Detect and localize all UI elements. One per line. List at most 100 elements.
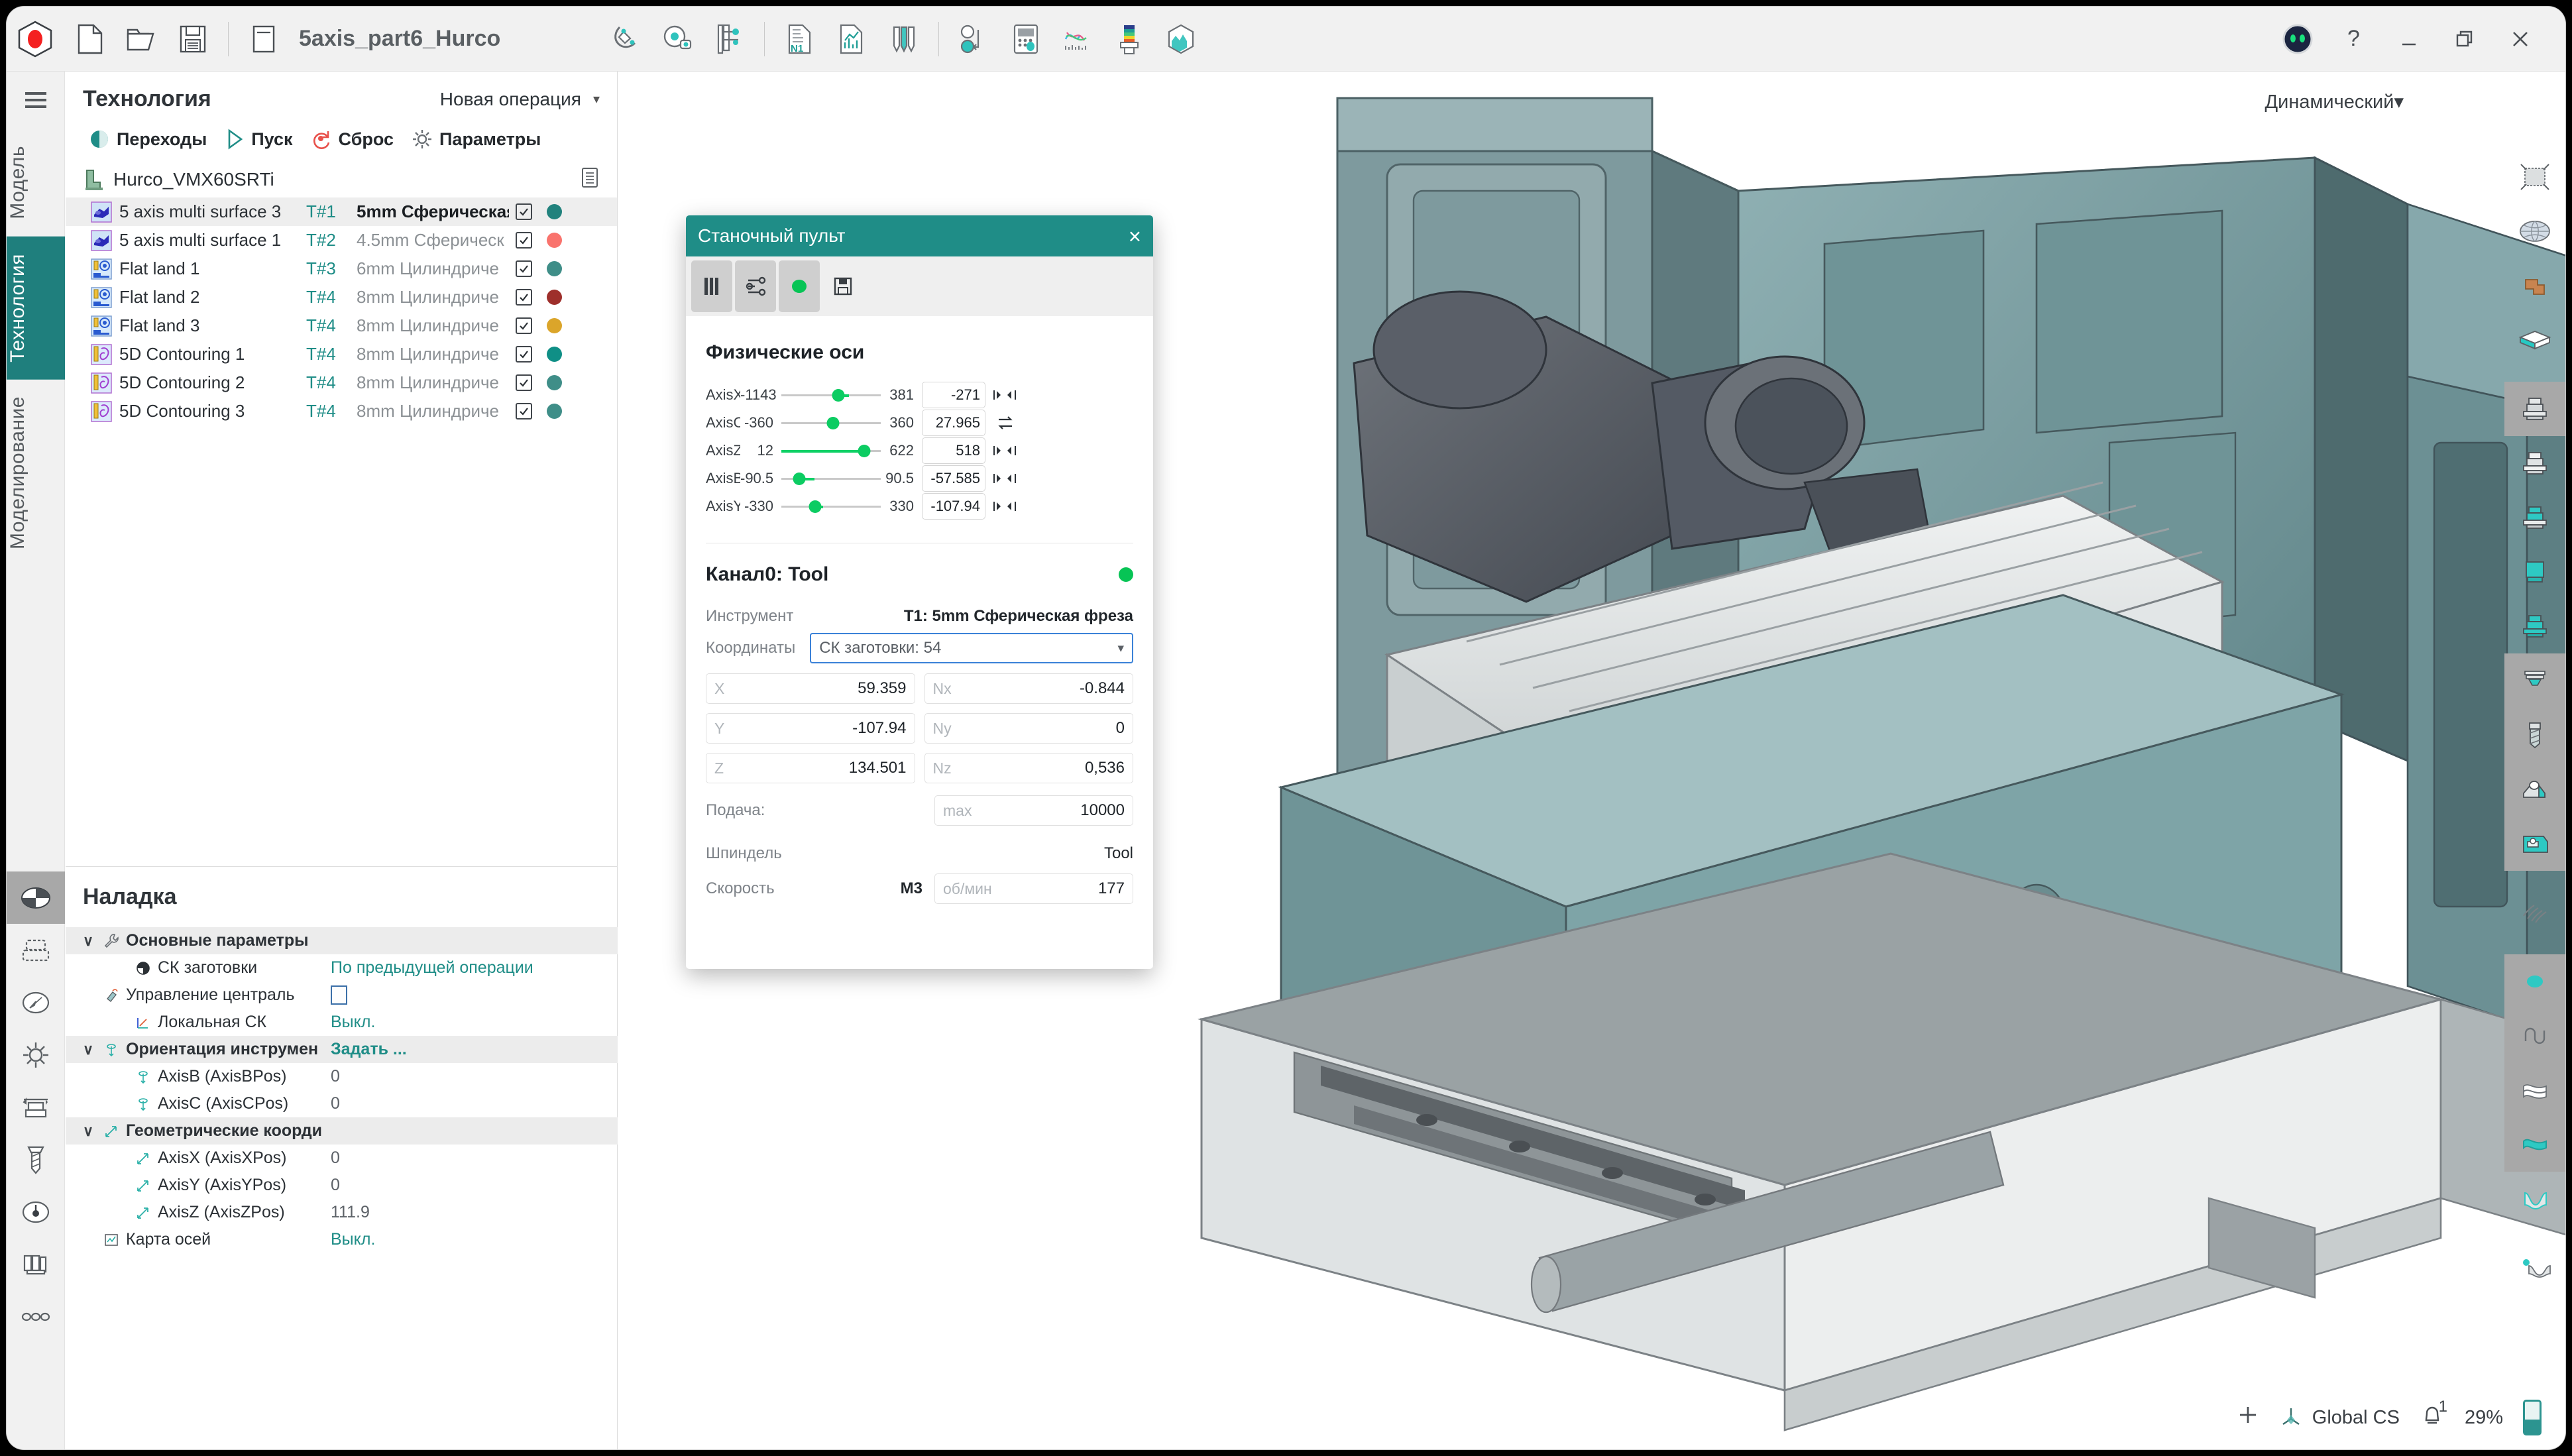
coordinate-system-status[interactable]: Global CS — [2279, 1406, 2400, 1429]
chevron-down-icon[interactable]: ∨ — [83, 1123, 100, 1140]
close-icon[interactable]: × — [1129, 225, 1141, 247]
slider-handle[interactable] — [832, 389, 844, 402]
stepper-icon[interactable] — [989, 472, 1022, 485]
coordinate-field[interactable]: Nz 0,536 — [924, 753, 1133, 783]
stock-teal-icon[interactable] — [2504, 545, 2565, 599]
operation-checkbox[interactable] — [516, 260, 532, 277]
workflow-icon[interactable] — [948, 7, 1000, 72]
stock-blank-icon[interactable] — [7, 924, 65, 976]
save-disk-icon[interactable] — [167, 7, 219, 72]
tree-group-row[interactable]: ∨ Основные параметры — [66, 927, 618, 954]
coordinate-field[interactable]: Y -107.94 — [706, 713, 915, 744]
machine-control-dialog[interactable]: Станочный пульт × Физические оси AxisX -1… — [686, 215, 1153, 969]
slider-handle[interactable] — [858, 445, 870, 457]
stepper-icon[interactable] — [989, 444, 1022, 457]
operation-checkbox[interactable] — [516, 346, 532, 363]
tree-group-row[interactable]: ∨ Ориентация инструмен Задать ... — [66, 1036, 618, 1063]
coordinate-system-icon[interactable] — [7, 871, 65, 924]
surface-teal-icon[interactable] — [2504, 1117, 2565, 1172]
transitions-toggle[interactable]: Переходы — [83, 125, 212, 153]
reset-button[interactable]: Сброс — [305, 125, 399, 153]
dial-gauge-icon[interactable] — [7, 1186, 65, 1238]
table-row[interactable]: 5 axis multi surface 1 T#2 4.5mm Сферическ — [66, 226, 617, 254]
operation-checkbox[interactable] — [516, 232, 532, 249]
menu-icon[interactable] — [7, 72, 64, 129]
surface-plain-icon[interactable] — [2504, 1172, 2565, 1226]
sidebar-item-technology[interactable]: Технология — [7, 236, 65, 380]
stock-solid-icon[interactable] — [2504, 599, 2565, 653]
parameters-button[interactable]: Параметры — [406, 125, 546, 153]
maximize-button[interactable] — [2437, 7, 2492, 72]
tree-item-row[interactable]: Локальная СК Выкл. — [66, 1009, 618, 1036]
stock-model-icon[interactable] — [1155, 7, 1207, 72]
new-file-icon[interactable] — [64, 7, 115, 72]
coordinate-system-select[interactable]: СК заготовки: 54 ▾ — [810, 633, 1133, 663]
chevron-down-icon[interactable]: ▾ — [593, 91, 600, 107]
coordinate-field[interactable]: X 59.359 — [706, 673, 915, 704]
view-mode-selector[interactable]: Динамический▾ — [2264, 90, 2404, 113]
table-row[interactable]: 5D Contouring 3 T#4 8mm Цилиндриче — [66, 397, 617, 425]
minimize-button[interactable] — [2381, 7, 2437, 72]
operation-checkbox[interactable] — [516, 289, 532, 306]
checkbox[interactable] — [331, 985, 347, 1005]
surface-mesh-icon[interactable] — [2504, 1063, 2565, 1117]
stepper-icon[interactable] — [989, 500, 1022, 513]
drill-tool-icon[interactable] — [2504, 708, 2565, 762]
operation-checkbox[interactable] — [516, 203, 532, 220]
tree-item-row[interactable]: AxisC (AxisCPos) 0 — [66, 1090, 618, 1117]
measure-icon[interactable] — [651, 7, 703, 72]
tree-item-row[interactable]: AxisX (AxisXPos) 0 — [66, 1145, 618, 1172]
box-section-icon[interactable] — [2504, 313, 2565, 367]
save-tab[interactable] — [822, 260, 864, 312]
feed-field[interactable]: max 10000 — [934, 795, 1133, 826]
table-row[interactable]: 5 axis multi surface 3 T#1 5mm Сферическая — [66, 197, 617, 226]
control-panel-icon[interactable] — [1000, 7, 1052, 72]
table-row[interactable]: Flat land 2 T#4 8mm Цилиндриче — [66, 283, 617, 311]
tree-group-row[interactable]: ∨ Геометрические коорди — [66, 1117, 618, 1145]
tree-item-row[interactable]: AxisY (AxisYPos) 0 — [66, 1172, 618, 1199]
coordinate-field[interactable]: Ny 0 — [924, 713, 1133, 744]
chevron-down-icon[interactable]: ∨ — [83, 932, 100, 950]
axis-slider[interactable] — [781, 444, 881, 457]
document-icon[interactable] — [238, 7, 290, 72]
axis-value-field[interactable]: -57.585 — [922, 465, 985, 492]
slider-handle[interactable] — [826, 417, 840, 429]
status-led-tab[interactable] — [779, 260, 820, 312]
slider-handle[interactable] — [793, 473, 806, 485]
loop-icon[interactable] — [989, 414, 1022, 431]
avatar[interactable] — [2270, 7, 2325, 72]
tree-item-row[interactable]: AxisB (AxisBPos) 0 — [66, 1063, 618, 1090]
new-operation-button[interactable]: Новая операция — [440, 89, 581, 110]
axis-value-field[interactable]: -107.94 — [922, 493, 985, 520]
coordinate-field[interactable]: Nx -0.844 — [924, 673, 1133, 704]
surface-point-icon[interactable] — [2504, 1241, 2565, 1295]
machine-row[interactable]: Hurco_VMX60SRTi — [66, 160, 617, 195]
axis-slider[interactable] — [781, 416, 881, 429]
axis-value-field[interactable]: -271 — [922, 382, 985, 408]
tree-item-row[interactable]: СК заготовки По предыдущей операции — [66, 954, 618, 981]
compass-orientation-icon[interactable] — [7, 976, 65, 1029]
close-button[interactable] — [2492, 7, 2548, 72]
caliper-icon[interactable] — [703, 7, 755, 72]
list-doc-icon[interactable] — [580, 166, 600, 192]
toolpath-lines-icon[interactable] — [2504, 885, 2565, 940]
columns-view-tab[interactable] — [691, 260, 732, 312]
open-folder-icon[interactable] — [115, 7, 167, 72]
tool-library-icon[interactable] — [877, 7, 929, 72]
start-button[interactable]: Пуск — [219, 125, 298, 153]
axis-slider[interactable] — [781, 500, 881, 513]
report-chart-icon[interactable] — [826, 7, 877, 72]
notifications-button[interactable]: 1 — [2420, 1398, 2447, 1433]
coordinate-field[interactable]: Z 134.501 — [706, 753, 915, 783]
tool-holder-icon[interactable] — [1103, 7, 1155, 72]
axis-value-field[interactable]: 27.965 — [922, 410, 985, 436]
stock-shaded-icon[interactable] — [2504, 382, 2565, 436]
speed-field[interactable]: об/мин 177 — [934, 873, 1133, 904]
axis-value-field[interactable]: 518 — [922, 437, 985, 464]
plot-curves-icon[interactable] — [1052, 7, 1103, 72]
axis-slider[interactable] — [781, 472, 881, 485]
fit-view-icon[interactable] — [2504, 150, 2565, 204]
table-row[interactable]: Flat land 3 T#4 8mm Цилиндриче — [66, 311, 617, 340]
nc-program-icon[interactable]: N1 — [774, 7, 826, 72]
axis-slider[interactable] — [781, 388, 881, 402]
